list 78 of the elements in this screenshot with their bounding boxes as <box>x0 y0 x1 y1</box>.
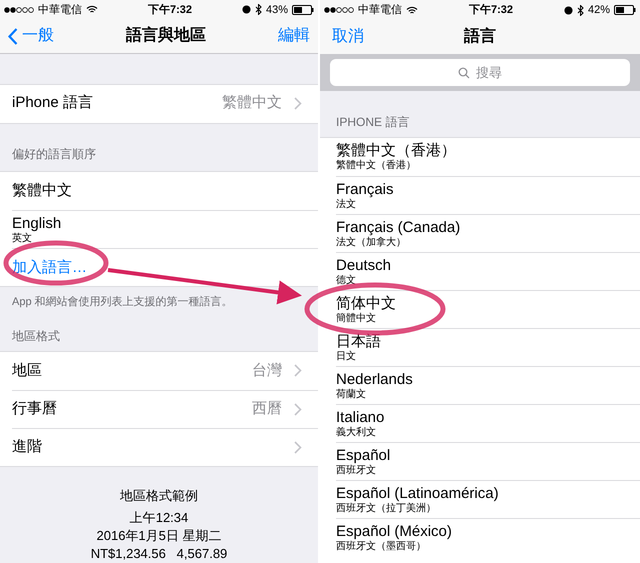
add-language-link[interactable]: 加入語言… <box>12 256 87 280</box>
language-native-name: 日文 <box>336 350 357 362</box>
language-native-name: 西班牙文（拉丁美洲） <box>336 502 436 514</box>
sample-line: 上午12:34 <box>130 508 188 527</box>
language-native-name: 簡體中文 <box>336 312 377 324</box>
language-name: Italiano <box>336 408 386 426</box>
search-icon <box>458 66 470 78</box>
sample-title: 地區格式範例 <box>120 486 198 505</box>
language-row[interactable]: Español 西班牙文 <box>336 442 640 480</box>
battery-icon <box>292 4 314 15</box>
language-row[interactable]: Nederlands 荷蘭文 <box>336 366 640 404</box>
section-header: IPHONE 語言 <box>336 114 410 131</box>
language-row[interactable]: 繁體中文（香港） 繁體中文（香港） <box>336 138 640 176</box>
language-native-name: 英文 <box>12 232 33 245</box>
language-native-name: 義大利文 <box>336 426 377 438</box>
language-native-name: 繁體中文（香港） <box>336 160 417 172</box>
language-name: 繁體中文 <box>12 182 73 200</box>
language-native-name: 法文 <box>336 198 357 210</box>
chevron-icon <box>294 440 302 454</box>
nav-title: 語言與地區 <box>126 25 206 46</box>
language-name: 繁體中文（香港） <box>336 142 457 160</box>
language-row[interactable]: Français 法文 <box>336 176 640 214</box>
chevron-icon <box>294 402 302 416</box>
language-name: Français (Canada) <box>336 218 462 236</box>
language-row[interactable]: Español (México) 西班牙文（墨西哥） <box>336 518 640 556</box>
language-name: Español <box>336 446 392 464</box>
edit-button[interactable]: 編輯 <box>278 24 310 48</box>
status-time: 下午7:32 <box>148 2 192 18</box>
row-value: 西曆 <box>252 399 282 420</box>
carrier-name: 中華電信 <box>358 2 402 18</box>
language-name: 简体中文 <box>336 294 397 312</box>
section-header: 偏好的語言順序 <box>12 146 96 164</box>
language-name: English <box>12 214 62 232</box>
row-label: 進階 <box>12 437 43 458</box>
chevron-icon <box>294 97 302 110</box>
language-name: Deutsch <box>336 256 392 274</box>
signal-icon <box>324 7 354 13</box>
bluetooth-icon <box>254 4 262 16</box>
cancel-button[interactable]: 取消 <box>332 25 364 49</box>
sample-line: 2016年1月5日 星期二 <box>96 526 222 545</box>
signal-icon <box>4 6 34 13</box>
bluetooth-icon <box>576 4 584 16</box>
language-row[interactable]: 繁體中文 <box>12 172 318 210</box>
nav-title: 語言 <box>464 26 496 47</box>
language-row[interactable]: Français (Canada) 法文（加拿大） <box>336 214 640 252</box>
language-native-name: 德文 <box>336 274 357 286</box>
back-button[interactable]: 一般 <box>8 24 54 48</box>
language-name: Español (Latinoamérica) <box>336 484 500 502</box>
language-name: Nederlands <box>336 370 414 388</box>
language-name: Español (México) <box>336 522 453 540</box>
chevron-icon <box>294 364 302 378</box>
language-row[interactable]: Italiano 義大利文 <box>336 404 640 442</box>
section-footer: App 和網站會使用列表上支援的第一種語言。 <box>12 294 233 310</box>
language-native-name: 西班牙文 <box>336 464 376 476</box>
row-label: 行事曆 <box>12 399 58 420</box>
language-row[interactable]: Deutsch 德文 <box>336 252 640 290</box>
language-name: Français <box>336 180 395 198</box>
language-name: 日本語 <box>336 332 382 350</box>
language-native-name: 荷蘭文 <box>336 388 367 400</box>
sample-line: NT$1,234.56 4,567.89 <box>90 544 228 563</box>
language-native-name: 西班牙文（墨西哥） <box>336 540 426 552</box>
wifi-icon <box>86 5 98 14</box>
wifi-icon <box>406 6 418 14</box>
carrier-name: 中華電信 <box>38 2 82 18</box>
language-row[interactable]: 简体中文 簡體中文 <box>336 290 640 328</box>
status-time: 下午7:32 <box>468 2 513 18</box>
battery-percent: 42% <box>588 2 610 18</box>
back-chevron-icon <box>8 28 18 45</box>
battery-percent: 43% <box>266 2 288 18</box>
row-value: 繁體中文 <box>222 93 282 114</box>
battery-icon <box>614 5 636 15</box>
language-row[interactable]: Español (Latinoamérica) 西班牙文（拉丁美洲） <box>336 480 640 518</box>
language-native-name: 法文（加拿大） <box>336 236 406 248</box>
language-row[interactable]: 日本語 日文 <box>336 328 640 366</box>
section-header: 地區格式 <box>12 328 60 345</box>
row-label: 地區 <box>12 360 43 381</box>
row-label: iPhone 語言 <box>12 93 94 114</box>
row-value: 台灣 <box>252 360 282 381</box>
